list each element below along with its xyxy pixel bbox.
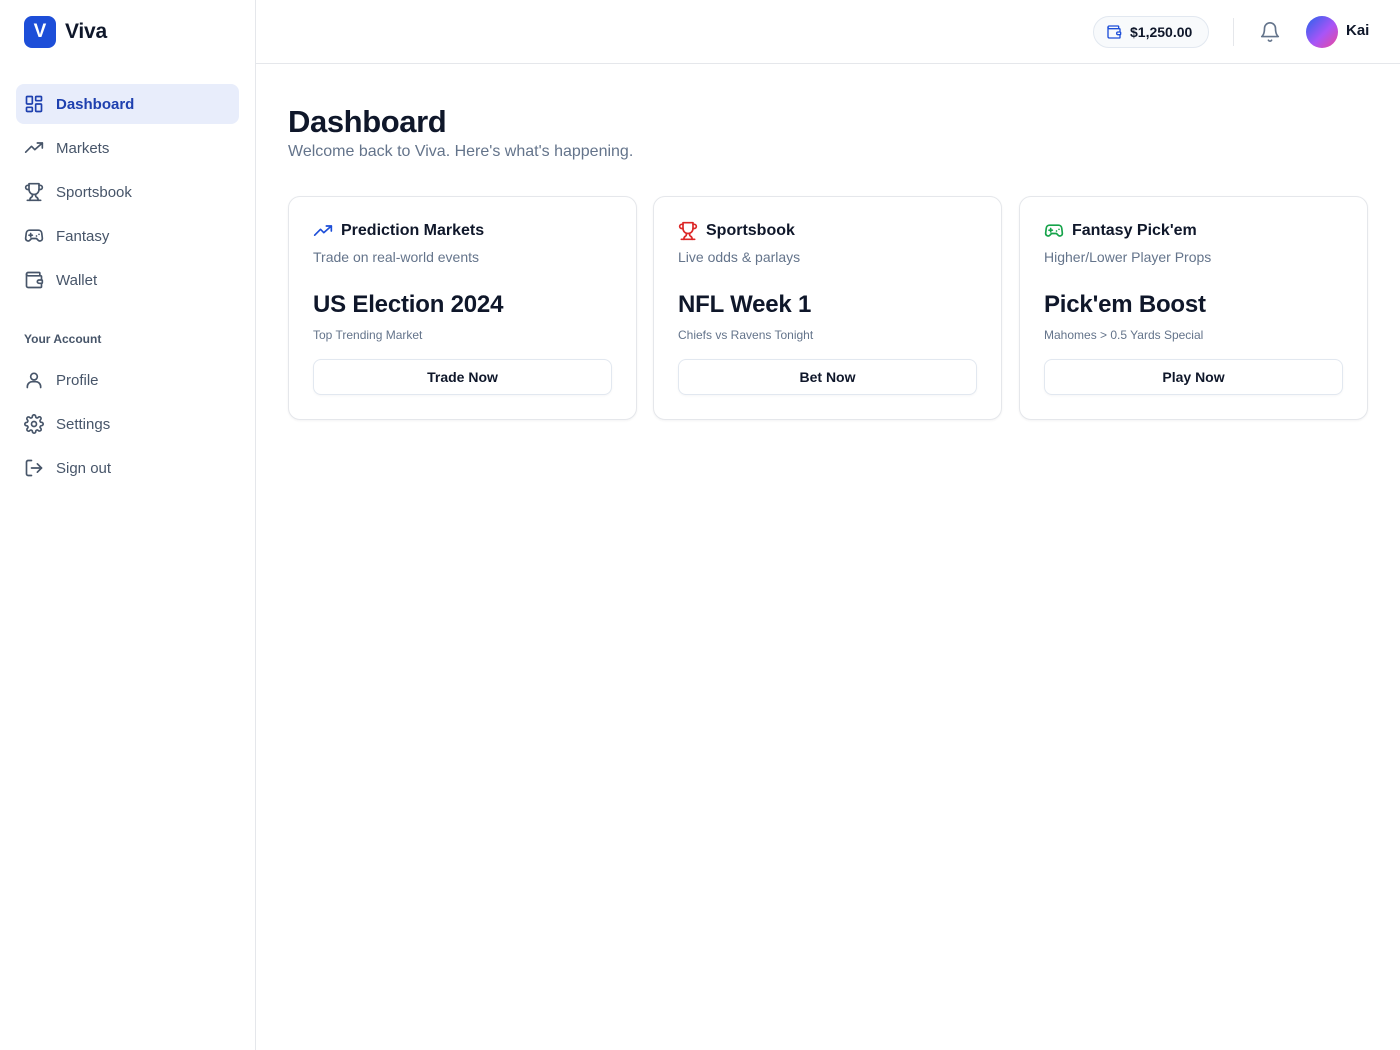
card-feature-subtitle: Top Trending Market — [313, 328, 423, 342]
fantasy-pickem-card: Fantasy Pick'em Higher/Lower Player Prop… — [1019, 196, 1368, 420]
sidebar-item-sign-out[interactable]: Sign out — [16, 448, 239, 488]
card-header: Sportsbook — [678, 221, 795, 241]
header-divider — [1233, 18, 1234, 46]
gamepad-icon — [1044, 224, 1064, 237]
card-description: Live odds & parlays — [678, 249, 801, 265]
page-title: Dashboard — [288, 104, 447, 139]
card-description: Higher/Lower Player Props — [1044, 249, 1212, 265]
sidebar-item-label: Wallet — [56, 271, 98, 289]
play-now-button[interactable]: Play Now — [1044, 359, 1343, 395]
card-title: Sportsbook — [706, 222, 795, 239]
gear-icon — [24, 414, 44, 434]
avatar[interactable] — [1306, 16, 1338, 48]
sidebar-item-label: Sportsbook — [56, 183, 132, 201]
account-nav: Profile Settings Sign out — [16, 360, 239, 492]
app-root: V Viva Dashboard Markets Sportsbook Fant… — [0, 0, 1400, 1050]
brand-name: Viva — [65, 20, 108, 43]
sidebar-item-sportsbook[interactable]: Sportsbook — [16, 172, 239, 212]
user-name[interactable]: Kai — [1346, 22, 1369, 39]
sidebar-item-label: Settings — [56, 415, 111, 433]
sidebar-item-wallet[interactable]: Wallet — [16, 260, 239, 300]
card-feature-subtitle: Chiefs vs Ravens Tonight — [678, 328, 814, 342]
balance-amount: $1,250.00 — [1130, 24, 1193, 40]
sportsbook-card: Sportsbook Live odds & parlays NFL Week … — [653, 196, 1002, 420]
sidebar-item-label: Markets — [56, 139, 110, 157]
page-subtitle: Welcome back to Viva. Here's what's happ… — [288, 143, 634, 160]
notification-bell-icon[interactable] — [1259, 21, 1281, 43]
wallet-icon — [1107, 25, 1122, 39]
card-title: Fantasy Pick'em — [1072, 222, 1197, 239]
sidebar-item-markets[interactable]: Markets — [16, 128, 239, 168]
account-section-label: Your Account — [24, 332, 102, 346]
sidebar-item-profile[interactable]: Profile — [16, 360, 239, 400]
card-title: Prediction Markets — [341, 222, 485, 239]
card-header: Prediction Markets — [313, 221, 484, 241]
brand[interactable]: V Viva — [24, 16, 107, 48]
card-feature-title: NFL Week 1 — [678, 291, 812, 318]
card-feature-title: US Election 2024 — [313, 291, 504, 318]
dashboard-icon — [24, 94, 44, 114]
brand-logo: V — [24, 16, 56, 48]
card-feature-title: Pick'em Boost — [1044, 291, 1206, 318]
sidebar-item-label: Sign out — [56, 459, 112, 477]
trending-up-icon — [313, 225, 333, 236]
prediction-markets-card: Prediction Markets Trade on real-world e… — [288, 196, 637, 420]
trophy-icon — [24, 182, 44, 202]
sidebar-item-label: Fantasy — [56, 227, 110, 245]
trending-up-icon — [24, 138, 44, 158]
main-nav: Dashboard Markets Sportsbook Fantasy Wal… — [16, 84, 239, 304]
gamepad-icon — [24, 226, 44, 246]
card-header: Fantasy Pick'em — [1044, 221, 1197, 241]
sidebar-item-label: Dashboard — [56, 95, 135, 113]
trade-now-button[interactable]: Trade Now — [313, 359, 612, 395]
top-header: $1,250.00 Kai — [256, 0, 1400, 64]
trophy-icon — [678, 221, 698, 241]
card-feature-subtitle: Mahomes > 0.5 Yards Special — [1044, 328, 1204, 342]
sidebar-item-dashboard[interactable]: Dashboard — [16, 84, 239, 124]
bet-now-button[interactable]: Bet Now — [678, 359, 977, 395]
sidebar-item-fantasy[interactable]: Fantasy — [16, 216, 239, 256]
card-description: Trade on real-world events — [313, 249, 480, 265]
sign-out-icon — [24, 458, 44, 478]
sidebar-item-settings[interactable]: Settings — [16, 404, 239, 444]
user-icon — [24, 370, 44, 390]
sidebar-item-label: Profile — [56, 371, 99, 389]
wallet-balance-button[interactable]: $1,250.00 — [1093, 16, 1209, 48]
sidebar: V Viva Dashboard Markets Sportsbook Fant… — [0, 0, 256, 1050]
wallet-icon — [24, 270, 44, 290]
